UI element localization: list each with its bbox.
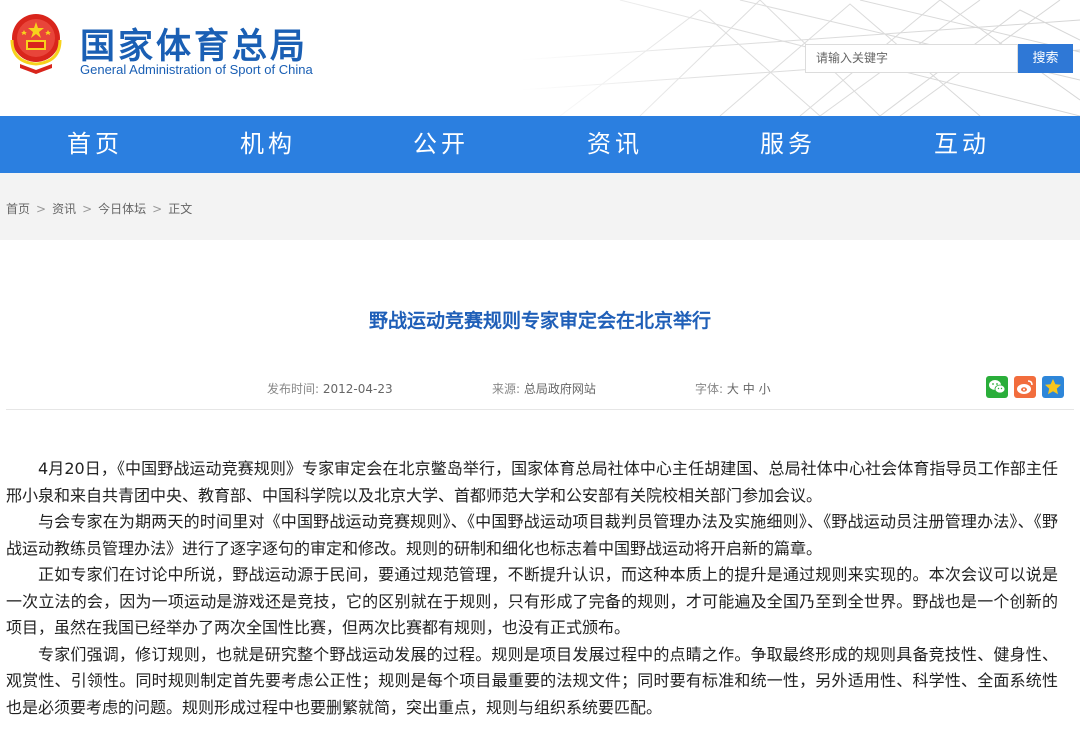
article-paragraph: 4月20日，《中国野战运动竞赛规则》专家审定会在北京鳖岛举行，国家体育总局社体中… bbox=[6, 459, 1058, 505]
nav-item-news[interactable]: 资讯 bbox=[587, 116, 643, 173]
breadcrumb: 首页 > 资讯 > 今日体坛 > 正文 bbox=[6, 200, 198, 217]
nav-item-disclosure[interactable]: 公开 bbox=[413, 116, 469, 173]
breadcrumb-separator: > bbox=[152, 202, 163, 216]
breadcrumb-bar: 首页 > 资讯 > 今日体坛 > 正文 bbox=[0, 173, 1080, 240]
article-title: 野战运动竞赛规则专家审定会在北京举行 bbox=[368, 310, 711, 332]
font-medium-link[interactable]: 中 bbox=[743, 382, 755, 396]
site-header: 国家体育总局 General Administration of Sport o… bbox=[0, 0, 1080, 116]
source-value: 总局政府网站 bbox=[523, 382, 596, 396]
national-emblem-logo bbox=[10, 14, 62, 74]
nav-item-home[interactable]: 首页 bbox=[67, 116, 123, 173]
search-input[interactable]: 请输入关键字 bbox=[805, 44, 1018, 73]
nav-item-interaction[interactable]: 互动 bbox=[934, 116, 990, 173]
article-body: 4月20日，《中国野战运动竞赛规则》专家审定会在北京鳖岛举行，国家体育总局社体中… bbox=[6, 456, 1058, 721]
article-source: 来源: 总局政府网站 bbox=[492, 380, 596, 397]
nav-item-organization[interactable]: 机构 bbox=[240, 116, 296, 173]
breadcrumb-home[interactable]: 首页 bbox=[6, 202, 30, 216]
publish-date-label: 发布时间: bbox=[267, 382, 320, 396]
publish-date-value: 2012-04-23 bbox=[322, 382, 393, 396]
font-size-controls: 字体: 大 中 小 bbox=[695, 380, 771, 397]
font-size-label: 字体: bbox=[695, 382, 724, 396]
breadcrumb-news[interactable]: 资讯 bbox=[52, 202, 76, 216]
font-small-link[interactable]: 小 bbox=[759, 382, 771, 396]
favorite-icon[interactable] bbox=[1042, 376, 1064, 398]
source-label: 来源: bbox=[492, 382, 521, 396]
meta-divider bbox=[6, 409, 1074, 410]
search-button[interactable]: 搜索 bbox=[1018, 44, 1073, 73]
breadcrumb-current: 正文 bbox=[168, 202, 193, 216]
article-paragraph: 与会专家在为期两天的时间里对《中国野战运动竞赛规则》、《中国野战运动项目裁判员管… bbox=[6, 512, 1058, 558]
wechat-icon[interactable] bbox=[986, 376, 1008, 398]
weibo-icon[interactable] bbox=[1014, 376, 1036, 398]
font-large-link[interactable]: 大 bbox=[727, 382, 739, 396]
article-paragraph: 正如专家们在讨论中所说，野战运动源于民间，要通过规范管理，不断提升认识，而这种本… bbox=[6, 565, 1058, 637]
breadcrumb-separator: > bbox=[36, 202, 47, 216]
breadcrumb-today-sports[interactable]: 今日体坛 bbox=[98, 202, 146, 216]
nav-item-services[interactable]: 服务 bbox=[760, 116, 816, 173]
breadcrumb-separator: > bbox=[82, 202, 93, 216]
main-nav: 首页 机构 公开 资讯 服务 互动 bbox=[0, 116, 1080, 173]
site-subtitle: General Administration of Sport of China bbox=[80, 62, 313, 77]
article-paragraph: 专家们强调，修订规则，也就是研究整个野战运动发展的过程。规则是项目发展过程中的点… bbox=[6, 644, 1058, 717]
publish-date: 发布时间: 2012-04-23 bbox=[267, 380, 393, 397]
